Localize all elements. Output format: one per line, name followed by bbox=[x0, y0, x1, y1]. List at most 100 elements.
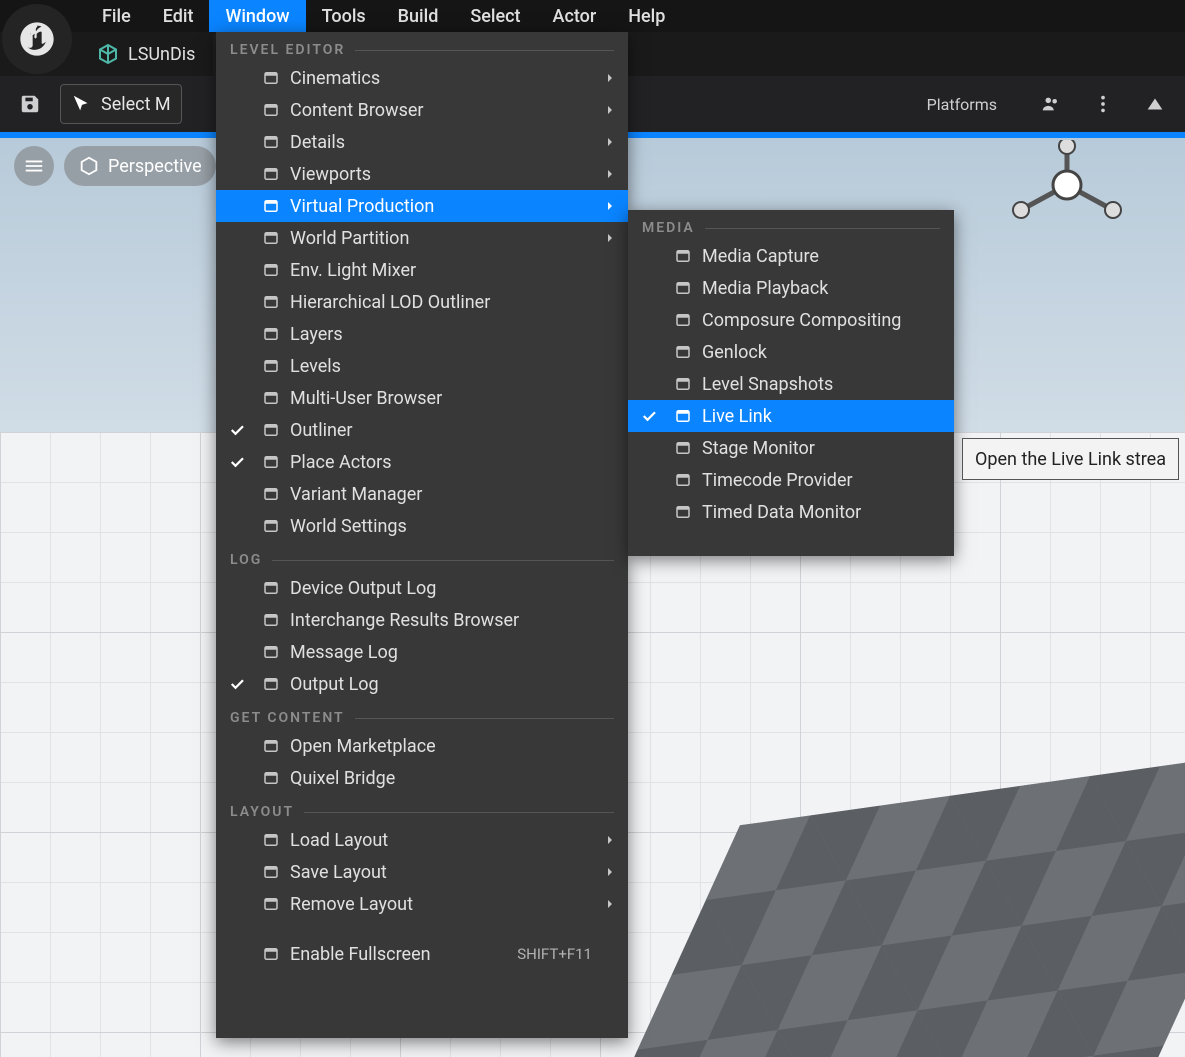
menu-item-label: Media Playback bbox=[702, 278, 922, 299]
menu-item-icon bbox=[258, 768, 284, 788]
menu-build[interactable]: Build bbox=[382, 0, 455, 32]
window-menu-item-content-browser[interactable]: Content Browser bbox=[216, 94, 628, 126]
media-submenu-item-media-playback[interactable]: Media Playback bbox=[628, 272, 954, 304]
more-button[interactable] bbox=[1081, 84, 1125, 124]
menu-item-icon bbox=[258, 132, 284, 152]
menu-item-icon bbox=[258, 420, 284, 440]
window-menu-item-env-light-mixer[interactable]: Env. Light Mixer bbox=[216, 254, 628, 286]
media-submenu-item-timecode-provider[interactable]: Timecode Provider bbox=[628, 464, 954, 496]
window-menu-item-virtual-production[interactable]: Virtual Production bbox=[216, 190, 628, 222]
users-button[interactable] bbox=[1029, 84, 1073, 124]
menu-bar: FileEditWindowToolsBuildSelectActorHelp bbox=[0, 0, 1185, 32]
select-mode-button[interactable]: Select M bbox=[60, 84, 182, 124]
window-menu-item-enable-fullscreen[interactable]: Enable FullscreenSHIFT+F11 bbox=[216, 938, 628, 970]
menu-item-label: Message Log bbox=[290, 642, 596, 663]
menu-item-icon bbox=[258, 452, 284, 472]
menu-item-label: Variant Manager bbox=[290, 484, 596, 505]
menu-item-label: Save Layout bbox=[290, 862, 596, 883]
window-menu-item-variant-manager[interactable]: Variant Manager bbox=[216, 478, 628, 510]
project-tab[interactable]: LSUnDis bbox=[86, 35, 205, 73]
window-menu-item-place-actors[interactable]: Place Actors bbox=[216, 446, 628, 478]
window-menu-item-device-output-log[interactable]: Device Output Log bbox=[216, 572, 628, 604]
media-submenu-item-timed-data-monitor[interactable]: Timed Data Monitor bbox=[628, 496, 954, 528]
menu-tools[interactable]: Tools bbox=[306, 0, 382, 32]
window-menu-item-world-partition[interactable]: World Partition bbox=[216, 222, 628, 254]
platforms-label: Platforms bbox=[927, 95, 997, 114]
menu-item-icon bbox=[670, 470, 696, 490]
menu-help[interactable]: Help bbox=[612, 0, 681, 32]
menu-item-icon bbox=[258, 228, 284, 248]
menu-item-icon bbox=[670, 342, 696, 362]
media-submenu-item-stage-monitor[interactable]: Stage Monitor bbox=[628, 432, 954, 464]
settings-button[interactable] bbox=[1133, 84, 1177, 124]
window-menu-item-levels[interactable]: Levels bbox=[216, 350, 628, 382]
save-button[interactable] bbox=[8, 84, 52, 124]
menu-item-icon bbox=[670, 278, 696, 298]
window-menu-item-world-settings[interactable]: World Settings bbox=[216, 510, 628, 542]
window-menu: LEVEL EDITORCinematics Content Browser Det… bbox=[216, 32, 628, 1038]
window-menu-item-layers[interactable]: Layers bbox=[216, 318, 628, 350]
menu-item-icon bbox=[258, 894, 284, 914]
menu-item-label: Composure Compositing bbox=[702, 310, 922, 331]
media-submenu-item-media-capture[interactable]: Media Capture bbox=[628, 240, 954, 272]
window-menu-item-message-log[interactable]: Message Log bbox=[216, 636, 628, 668]
window-menu-item-viewports[interactable]: Viewports bbox=[216, 158, 628, 190]
menu-item-icon bbox=[258, 610, 284, 630]
menu-item-label: Levels bbox=[290, 356, 596, 377]
window-menu-item-quixel-bridge[interactable]: Quixel Bridge bbox=[216, 762, 628, 794]
window-menu-item-remove-layout[interactable]: Remove Layout bbox=[216, 888, 628, 920]
menu-item-icon bbox=[670, 374, 696, 394]
window-menu-item-interchange-results-browser[interactable]: Interchange Results Browser bbox=[216, 604, 628, 636]
menu-item-label: Place Actors bbox=[290, 452, 596, 473]
menu-edit[interactable]: Edit bbox=[147, 0, 210, 32]
tooltip: Open the Live Link strea bbox=[962, 438, 1179, 480]
menu-item-label: Quixel Bridge bbox=[290, 768, 596, 789]
window-menu-item-open-marketplace[interactable]: Open Marketplace bbox=[216, 730, 628, 762]
menu-window[interactable]: Window bbox=[209, 0, 305, 32]
menu-section-get-content: GET CONTENT bbox=[216, 700, 628, 730]
window-menu-item-save-layout[interactable]: Save Layout bbox=[216, 856, 628, 888]
window-menu-item-multi-user-browser[interactable]: Multi-User Browser bbox=[216, 382, 628, 414]
menu-item-icon bbox=[258, 292, 284, 312]
viewport-menu-button[interactable] bbox=[14, 146, 54, 186]
window-menu-item-details[interactable]: Details bbox=[216, 126, 628, 158]
menu-item-icon bbox=[258, 830, 284, 850]
menu-item-label: Output Log bbox=[290, 674, 596, 695]
menu-item-label: Viewports bbox=[290, 164, 596, 185]
menu-item-icon bbox=[258, 100, 284, 120]
menu-item-label: Interchange Results Browser bbox=[290, 610, 596, 631]
menu-section-level-editor: LEVEL EDITOR bbox=[216, 32, 628, 62]
menu-item-icon bbox=[258, 324, 284, 344]
media-submenu-item-live-link[interactable]: Live Link bbox=[628, 400, 954, 432]
menu-item-icon bbox=[258, 862, 284, 882]
menu-item-label: World Partition bbox=[290, 228, 596, 249]
menu-section-log: LOG bbox=[216, 542, 628, 572]
media-submenu-item-composure-compositing[interactable]: Composure Compositing bbox=[628, 304, 954, 336]
viewport-mode-label: Perspective bbox=[108, 156, 202, 177]
project-name: LSUnDis bbox=[128, 44, 195, 65]
menu-item-icon bbox=[670, 406, 696, 426]
window-menu-item-hierarchical-lod-outliner[interactable]: Hierarchical LOD Outliner bbox=[216, 286, 628, 318]
menu-select[interactable]: Select bbox=[454, 0, 536, 32]
menu-file[interactable]: File bbox=[86, 0, 147, 32]
orbit-gizmo[interactable] bbox=[1007, 140, 1127, 230]
unreal-logo[interactable] bbox=[2, 4, 72, 74]
menu-actor[interactable]: Actor bbox=[537, 0, 613, 32]
window-menu-item-output-log[interactable]: Output Log bbox=[216, 668, 628, 700]
menu-item-icon bbox=[258, 484, 284, 504]
menu-item-label: Enable Fullscreen bbox=[290, 944, 511, 965]
media-submenu-item-level-snapshots[interactable]: Level Snapshots bbox=[628, 368, 954, 400]
menu-section-layout: LAYOUT bbox=[216, 794, 628, 824]
menu-item-label: Content Browser bbox=[290, 100, 596, 121]
menu-item-icon bbox=[258, 260, 284, 280]
window-menu-item-outliner[interactable]: Outliner bbox=[216, 414, 628, 446]
window-menu-item-load-layout[interactable]: Load Layout bbox=[216, 824, 628, 856]
menu-item-icon bbox=[258, 944, 284, 964]
menu-item-label: Hierarchical LOD Outliner bbox=[290, 292, 596, 313]
menu-bar-items: FileEditWindowToolsBuildSelectActorHelp bbox=[86, 0, 681, 32]
menu-item-icon bbox=[670, 438, 696, 458]
platforms-dropdown[interactable]: Platforms bbox=[903, 95, 1021, 114]
viewport-mode-selector[interactable]: Perspective bbox=[64, 146, 216, 186]
window-menu-item-cinematics[interactable]: Cinematics bbox=[216, 62, 628, 94]
media-submenu-item-genlock[interactable]: Genlock bbox=[628, 336, 954, 368]
